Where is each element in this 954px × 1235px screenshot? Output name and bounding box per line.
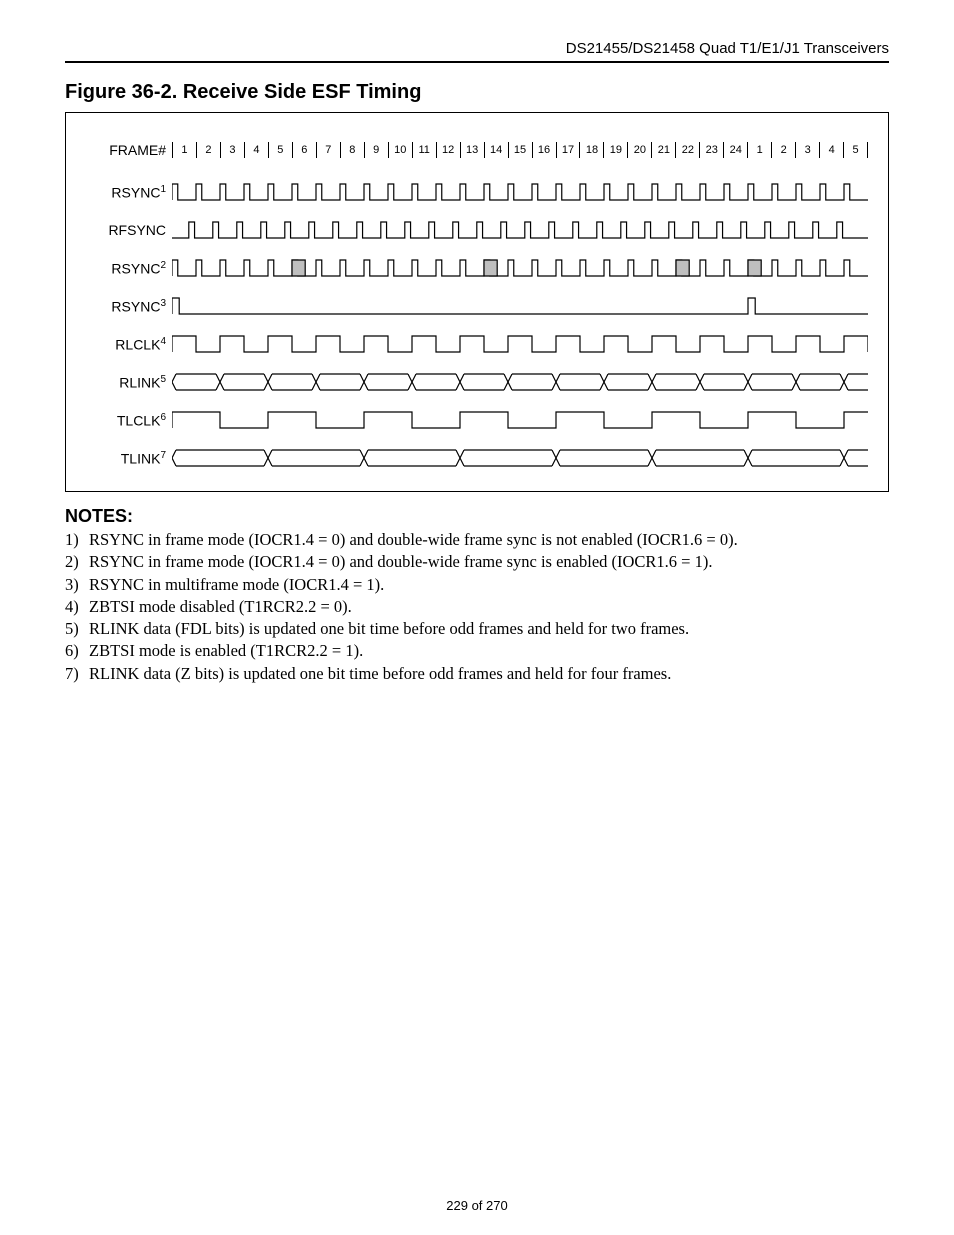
frame-number-cell: 20 xyxy=(627,142,651,158)
rlclk-label: RLCLK4 xyxy=(88,336,172,353)
frame-number-cell: 16 xyxy=(532,142,556,158)
note-item: 4) ZBTSI mode disabled (T1RCR2.2 = 0). xyxy=(65,596,889,618)
frame-number-cell: 14 xyxy=(484,142,508,158)
note-item: 2) RSYNC in frame mode (IOCR1.4 = 0) and… xyxy=(65,551,889,573)
notes-list: 1) RSYNC in frame mode (IOCR1.4 = 0) and… xyxy=(65,529,889,685)
frame-number-cell: 8 xyxy=(340,142,364,158)
rlclk-wave xyxy=(172,332,868,356)
frame-number-cell: 22 xyxy=(675,142,699,158)
frame-number-cell: 3 xyxy=(795,142,819,158)
tlclk-label: TLCLK6 xyxy=(88,412,172,429)
frame-number-cell: 12 xyxy=(436,142,460,158)
frame-number-cell: 1 xyxy=(172,142,196,158)
frame-number-cell: 2 xyxy=(196,142,220,158)
rlink-label: RLINK5 xyxy=(88,374,172,391)
figure-title: Figure 36-2. Receive Side ESF Timing xyxy=(65,81,889,104)
note-item: 1) RSYNC in frame mode (IOCR1.4 = 0) and… xyxy=(65,529,889,551)
note-item: 6) ZBTSI mode is enabled (T1RCR2.2 = 1). xyxy=(65,640,889,662)
page-number: 229 of 270 xyxy=(0,1198,954,1213)
frame-number-cell: 23 xyxy=(699,142,723,158)
frame-numbers: 1234567891011121314151617181920212223241… xyxy=(172,142,868,158)
rsync1-label: RSYNC1 xyxy=(88,184,172,201)
rfsync-label: RFSYNC xyxy=(88,222,172,238)
frame-number-cell: 5 xyxy=(843,142,868,158)
rfsync-wave xyxy=(172,218,868,242)
frame-number-cell: 6 xyxy=(292,142,316,158)
rsync2-label: RSYNC2 xyxy=(88,260,172,277)
frame-number-cell: 15 xyxy=(508,142,532,158)
frame-number-cell: 1 xyxy=(747,142,771,158)
frame-number-cell: 4 xyxy=(819,142,843,158)
rsync1-wave xyxy=(172,180,868,204)
timing-diagram: FRAME# 123456789101112131415161718192021… xyxy=(65,112,889,492)
frame-number-cell: 11 xyxy=(412,142,436,158)
frame-number-cell: 2 xyxy=(771,142,795,158)
rsync2-wave xyxy=(172,256,868,280)
rlink-wave xyxy=(172,370,868,394)
frame-number-cell: 17 xyxy=(556,142,580,158)
frame-number-cell: 3 xyxy=(220,142,244,158)
rsync3-wave xyxy=(172,294,868,318)
frame-number-cell: 19 xyxy=(603,142,627,158)
tlink-label: TLINK7 xyxy=(88,450,172,467)
rsync3-label: RSYNC3 xyxy=(88,298,172,315)
frame-number-cell: 24 xyxy=(723,142,747,158)
frame-number-cell: 10 xyxy=(388,142,412,158)
frame-number-cell: 4 xyxy=(244,142,268,158)
frame-label: FRAME# xyxy=(88,142,172,158)
tlink-wave xyxy=(172,446,868,470)
frame-number-cell: 18 xyxy=(579,142,603,158)
note-item: 7) RLINK data (Z bits) is updated one bi… xyxy=(65,663,889,685)
frame-number-cell: 21 xyxy=(651,142,675,158)
note-item: 3) RSYNC in multiframe mode (IOCR1.4 = 1… xyxy=(65,574,889,596)
frame-number-cell: 7 xyxy=(316,142,340,158)
frame-number-cell: 13 xyxy=(460,142,484,158)
notes-heading: NOTES: xyxy=(65,506,889,527)
tlclk-wave xyxy=(172,408,868,432)
frame-number-cell: 5 xyxy=(268,142,292,158)
running-header: DS21455/DS21458 Quad T1/E1/J1 Transceive… xyxy=(65,40,889,63)
frame-number-cell: 9 xyxy=(364,142,388,158)
note-item: 5) RLINK data (FDL bits) is updated one … xyxy=(65,618,889,640)
